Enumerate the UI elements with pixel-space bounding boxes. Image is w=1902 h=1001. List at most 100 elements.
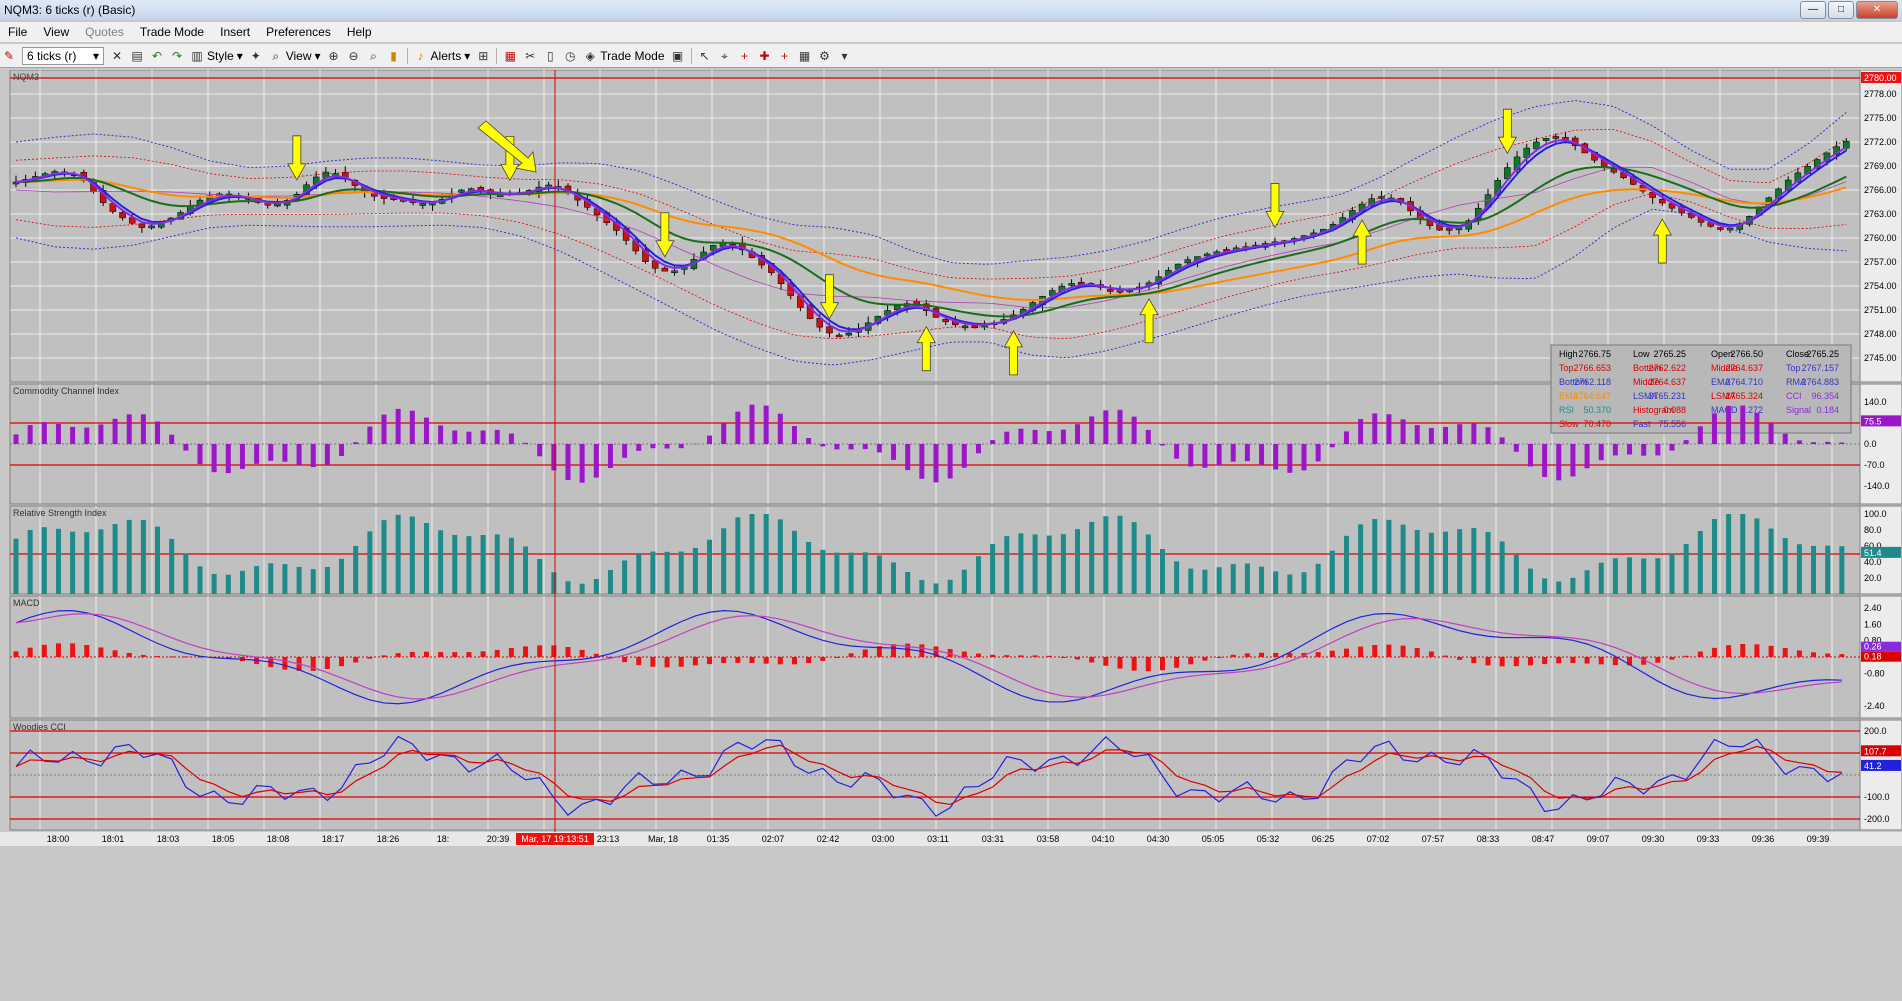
cci-bar bbox=[820, 444, 826, 447]
macd-histogram-bar bbox=[537, 645, 543, 657]
overflow-icon[interactable]: ▾ bbox=[838, 49, 852, 63]
network-icon[interactable]: ⊞ bbox=[476, 49, 490, 63]
cci-bar bbox=[1627, 444, 1633, 455]
rsi-bar bbox=[636, 554, 642, 594]
macd-histogram-bar bbox=[848, 653, 854, 657]
pointer-icon[interactable]: ↖ bbox=[698, 49, 712, 63]
macd-histogram-bar bbox=[1697, 651, 1703, 657]
rsi-bar bbox=[1386, 519, 1392, 594]
macd-histogram-bar bbox=[905, 643, 911, 657]
menu-insert[interactable]: Insert bbox=[212, 22, 258, 42]
macd-histogram-bar bbox=[466, 652, 472, 657]
scissors-icon[interactable]: ✂ bbox=[523, 49, 537, 63]
bar-chart-icon[interactable]: ▮ bbox=[387, 49, 401, 63]
cci-bar bbox=[1343, 431, 1349, 444]
title-bar: NQM3: 6 ticks (r) (Basic) — □ ✕ bbox=[0, 0, 1902, 20]
cci-bar bbox=[551, 444, 557, 471]
time-tick-label: 07:02 bbox=[1367, 834, 1390, 844]
view-menu[interactable]: ⌕ View ▾ bbox=[269, 49, 320, 63]
redo-icon[interactable]: ↷ bbox=[170, 49, 184, 63]
macd-histogram-bar bbox=[1485, 657, 1491, 666]
brush-icon[interactable]: ✦ bbox=[249, 49, 263, 63]
chart-area[interactable]: 2778.00 2775.00 2772.00 2769.00 2766.00 2763.… bbox=[0, 70, 1902, 1001]
rsi-bar bbox=[876, 555, 882, 594]
macd-histogram-bar bbox=[1669, 657, 1675, 660]
macd-histogram-bar bbox=[1018, 655, 1024, 657]
data-window-cell: 2764.637 bbox=[1725, 363, 1763, 373]
menu-quotes[interactable]: Quotes bbox=[77, 22, 132, 42]
macd-histogram-bar bbox=[1259, 652, 1265, 657]
indicator-tick-label: 80.0 bbox=[1864, 525, 1882, 535]
rsi-bar bbox=[1414, 529, 1420, 594]
indicator-icon[interactable]: ▦ bbox=[503, 49, 517, 63]
macd-histogram-bar bbox=[438, 651, 444, 657]
rsi-bar bbox=[551, 572, 557, 594]
layout-icon[interactable]: ▦ bbox=[798, 49, 812, 63]
price-tick-label: 2769.00 bbox=[1864, 161, 1897, 171]
page-icon[interactable]: ▯ bbox=[543, 49, 557, 63]
undo-icon[interactable]: ↶ bbox=[150, 49, 164, 63]
cci-bar bbox=[650, 444, 656, 449]
candle-body bbox=[419, 203, 426, 206]
alerts-menu[interactable]: ♪ Alerts ▾ bbox=[414, 49, 471, 63]
settings-icon[interactable]: ⚙ bbox=[818, 49, 832, 63]
rsi-bar bbox=[593, 578, 599, 594]
candle-body bbox=[1552, 136, 1560, 139]
high-price-label: 2780.00 bbox=[1864, 73, 1897, 83]
macd-histogram-bar bbox=[1527, 657, 1533, 666]
macd-histogram-bar bbox=[777, 657, 783, 665]
print-icon[interactable]: ▤ bbox=[130, 49, 144, 63]
menu-view[interactable]: View bbox=[35, 22, 77, 42]
zoom-menu-icon[interactable]: ⌕ bbox=[367, 49, 381, 63]
macd-histogram-bar bbox=[1811, 652, 1817, 657]
style-label: Style bbox=[207, 48, 234, 63]
menu-preferences[interactable]: Preferences bbox=[258, 22, 339, 42]
cross-line-icon[interactable]: + bbox=[778, 49, 792, 63]
rsi-bar bbox=[1669, 553, 1675, 594]
rsi-bar bbox=[324, 566, 330, 594]
macd-histogram-bar bbox=[1145, 657, 1151, 672]
cci-bar bbox=[1329, 444, 1335, 448]
crosshair-icon[interactable]: ⌖ bbox=[718, 49, 732, 63]
macd-histogram-bar bbox=[1443, 655, 1449, 657]
cross-icon[interactable]: + bbox=[738, 49, 752, 63]
cci-bar bbox=[1726, 405, 1732, 444]
rsi-bar bbox=[735, 517, 741, 594]
menu-help[interactable]: Help bbox=[339, 22, 380, 42]
data-window-cell: 2765.25 bbox=[1806, 349, 1839, 359]
close-chart-icon[interactable]: ✕ bbox=[110, 49, 124, 63]
maximize-button[interactable]: □ bbox=[1828, 1, 1854, 19]
pin-icon[interactable]: ✎ bbox=[2, 49, 16, 63]
bell-icon: ♪ bbox=[417, 48, 424, 63]
cci-bar bbox=[1457, 424, 1463, 444]
indicator-tick-label: -140.0 bbox=[1864, 481, 1890, 491]
rsi-bar bbox=[1159, 549, 1165, 594]
trade-mode-button[interactable]: ◈ Trade Mode bbox=[583, 49, 665, 63]
zoom-in-icon[interactable]: ⊕ bbox=[327, 49, 341, 63]
cross-dot-icon[interactable]: ✚ bbox=[758, 49, 772, 63]
macd-histogram-bar bbox=[381, 655, 387, 657]
macd-histogram-bar bbox=[707, 657, 713, 665]
zoom-out-icon[interactable]: ⊖ bbox=[347, 49, 361, 63]
style-menu[interactable]: ▥ Style ▾ bbox=[190, 48, 242, 63]
cci-bar bbox=[1386, 414, 1392, 444]
time-tick-label: 18: bbox=[437, 834, 450, 844]
candle-body bbox=[661, 267, 669, 272]
clock-icon[interactable]: ◷ bbox=[563, 49, 577, 63]
minimize-button[interactable]: — bbox=[1800, 1, 1826, 19]
cci-bar bbox=[1301, 444, 1307, 471]
account-icon[interactable]: ▣ bbox=[671, 49, 685, 63]
rsi-bar bbox=[777, 519, 783, 594]
data-window-cell: 50.370 bbox=[1583, 405, 1611, 415]
rsi-bar bbox=[961, 569, 967, 594]
menu-file[interactable]: File bbox=[0, 22, 35, 42]
macd-histogram-bar bbox=[1584, 657, 1590, 664]
time-tick-label: 08:47 bbox=[1532, 834, 1555, 844]
cci-bar bbox=[1060, 429, 1066, 444]
close-button[interactable]: ✕ bbox=[1856, 1, 1898, 19]
macd-histogram-bar bbox=[636, 657, 642, 666]
menu-trade-mode[interactable]: Trade Mode bbox=[132, 22, 212, 42]
interval-select[interactable]: 6 ticks (r) ▾ bbox=[22, 46, 104, 65]
rsi-bar bbox=[1117, 515, 1123, 594]
cci-bar bbox=[296, 444, 302, 465]
